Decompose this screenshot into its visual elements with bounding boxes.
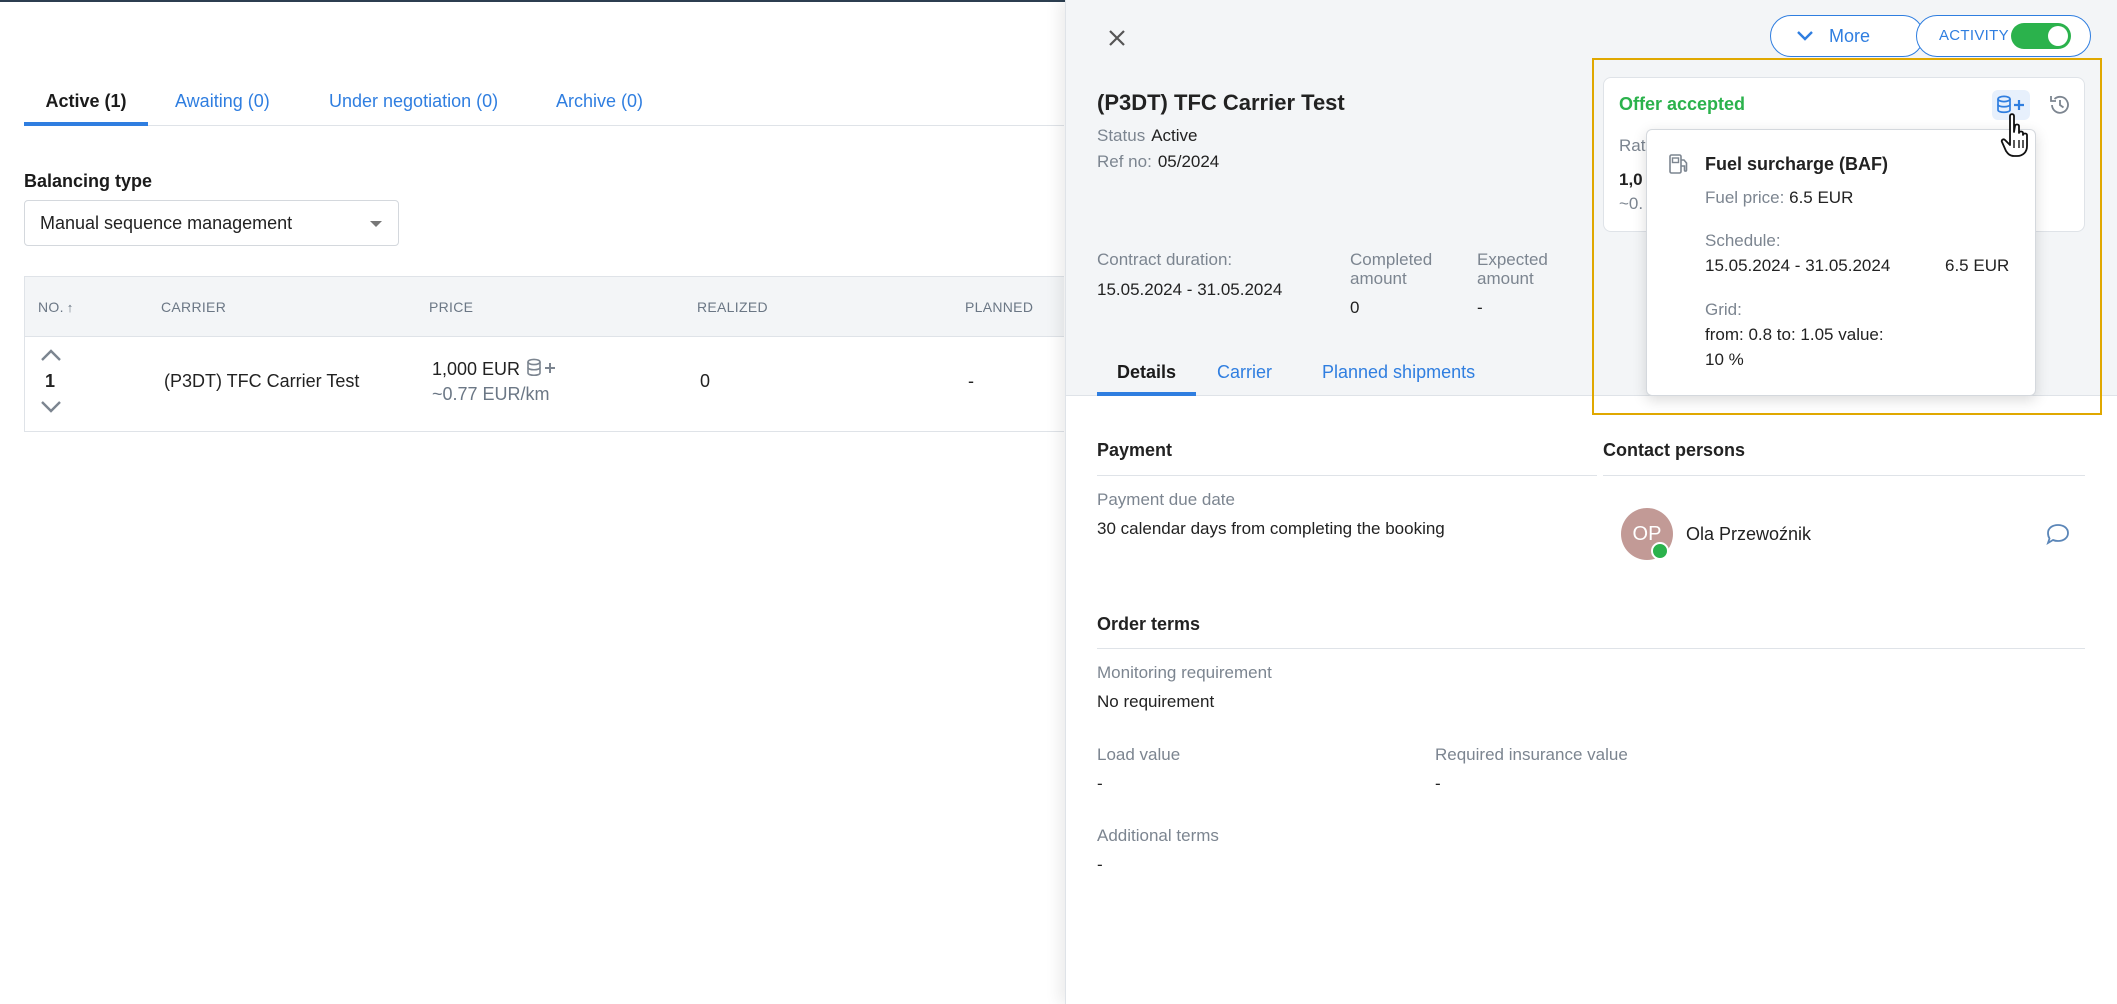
load-value-value: - bbox=[1097, 774, 1103, 793]
status-value: Active bbox=[1151, 126, 1198, 145]
tab-archive[interactable]: Archive (0) bbox=[556, 78, 643, 126]
schedule-label: Schedule: bbox=[1705, 231, 1781, 250]
row-price-per-km: ~0.77 EUR/km bbox=[432, 384, 550, 404]
fuel-pump-icon bbox=[1667, 152, 1691, 176]
row-number: 1 bbox=[45, 371, 56, 391]
grid-value: 10 % bbox=[1705, 350, 1744, 369]
header-price[interactable]: PRICE bbox=[429, 277, 473, 337]
order-terms-title: Order terms bbox=[1097, 614, 1201, 634]
expected-amount-value: - bbox=[1477, 298, 1483, 317]
toggle-knob bbox=[2048, 26, 2068, 46]
fuel-surcharge-popover: Fuel surcharge (BAF) Fuel price: 6.5 EUR… bbox=[1646, 129, 2036, 396]
contact-persons-title: Contact persons bbox=[1603, 440, 1746, 460]
balancing-type-label: Balancing type bbox=[24, 171, 153, 191]
tab-under-negotiation[interactable]: Under negotiation (0) bbox=[329, 78, 498, 126]
tab-planned-shipments[interactable]: Planned shipments bbox=[1322, 350, 1475, 396]
header-realized[interactable]: REALIZED bbox=[697, 277, 768, 337]
toggle-switch[interactable] bbox=[2011, 23, 2071, 49]
completed-amount-label: Completed amount bbox=[1350, 250, 1433, 288]
carrier-title: (P3DT) TFC Carrier Test bbox=[1097, 90, 1345, 115]
grid-label: Grid: bbox=[1705, 300, 1742, 319]
tab-active[interactable]: Active (1) bbox=[24, 78, 148, 126]
contract-duration-value: 15.05.2024 - 31.05.2024 bbox=[1097, 280, 1283, 299]
database-plus-icon[interactable] bbox=[525, 357, 561, 379]
schedule-value: 6.5 EUR bbox=[1945, 256, 2010, 275]
chevron-down-icon[interactable] bbox=[39, 399, 63, 419]
monitoring-requirement-value: No requirement bbox=[1097, 692, 1215, 711]
row-carrier[interactable]: (P3DT) TFC Carrier Test bbox=[164, 371, 359, 392]
insurance-value-label: Required insurance value bbox=[1435, 745, 1628, 764]
balancing-type-value: Manual sequence management bbox=[40, 213, 293, 233]
divider bbox=[1097, 648, 2085, 649]
grid-line: from: 0.8 to: 1.05 value: bbox=[1705, 325, 1884, 344]
row-realized: 0 bbox=[700, 371, 711, 391]
completed-amount-value: 0 bbox=[1350, 298, 1360, 317]
carriers-table: NO. ↑ CARRIER PRICE REALIZED PLANNED 1 (P… bbox=[24, 276, 1064, 432]
payment-due-value: 30 calendar days from completing the boo… bbox=[1097, 519, 1445, 538]
status-tabs: Active (1) Awaiting (0) Under negotiatio… bbox=[24, 78, 1064, 126]
header-planned[interactable]: PLANNED bbox=[965, 277, 1033, 337]
fuel-price-row: Fuel price: 6.5 EUR bbox=[1705, 188, 1854, 207]
contact-name[interactable]: Ola Przewoźnik bbox=[1686, 524, 1811, 545]
additional-terms-value: - bbox=[1097, 855, 1103, 874]
close-icon[interactable] bbox=[1105, 26, 1129, 50]
additional-terms-label: Additional terms bbox=[1097, 826, 1219, 845]
header-no[interactable]: NO. ↑ bbox=[38, 277, 74, 337]
ref-row: Ref no: 05/2024 bbox=[1097, 152, 1220, 171]
status-row: Status Active bbox=[1097, 126, 1198, 145]
expected-amount-label: Expected amount bbox=[1477, 250, 1548, 288]
tab-awaiting[interactable]: Awaiting (0) bbox=[175, 78, 270, 126]
schedule-range: 15.05.2024 - 31.05.2024 bbox=[1705, 256, 1891, 275]
sort-arrow-up-icon: ↑ bbox=[66, 300, 74, 315]
tab-details[interactable]: Details bbox=[1097, 350, 1196, 396]
tab-carrier[interactable]: Carrier bbox=[1217, 350, 1272, 396]
insurance-value-value: - bbox=[1435, 774, 1441, 793]
contract-duration-label: Contract duration: bbox=[1097, 250, 1233, 269]
monitoring-requirement-label: Monitoring requirement bbox=[1097, 663, 1272, 682]
payment-title: Payment bbox=[1097, 440, 1173, 460]
header-carrier[interactable]: CARRIER bbox=[161, 277, 226, 337]
balancing-type-select[interactable]: Manual sequence management bbox=[24, 200, 399, 246]
table-row[interactable]: 1 (P3DT) TFC Carrier Test 1,000 EUR ~0.7… bbox=[25, 337, 1064, 432]
fuel-price-value: 6.5 EUR bbox=[1789, 188, 1854, 207]
payment-due-label: Payment due date bbox=[1097, 490, 1235, 509]
popover-title: Fuel surcharge (BAF) bbox=[1705, 154, 1889, 174]
load-value-label: Load value bbox=[1097, 745, 1181, 764]
ref-value: 05/2024 bbox=[1157, 152, 1220, 171]
row-price: 1,000 EUR bbox=[432, 359, 521, 379]
more-label: More bbox=[1829, 26, 1871, 46]
divider bbox=[1603, 475, 2085, 476]
chevron-up-icon[interactable] bbox=[39, 347, 63, 367]
activity-label: ACTIVITY bbox=[1939, 27, 2009, 44]
table-header: NO. ↑ CARRIER PRICE REALIZED PLANNED bbox=[25, 277, 1064, 337]
chevron-down-icon bbox=[1797, 31, 1813, 41]
chat-icon[interactable] bbox=[2044, 522, 2072, 546]
divider bbox=[1097, 475, 1597, 476]
row-planned: - bbox=[968, 371, 974, 391]
activity-toggle[interactable]: ACTIVITY bbox=[1916, 15, 2091, 57]
online-status-dot bbox=[1651, 542, 1669, 560]
caret-down-icon bbox=[370, 221, 382, 227]
more-button[interactable]: More bbox=[1770, 15, 1924, 57]
